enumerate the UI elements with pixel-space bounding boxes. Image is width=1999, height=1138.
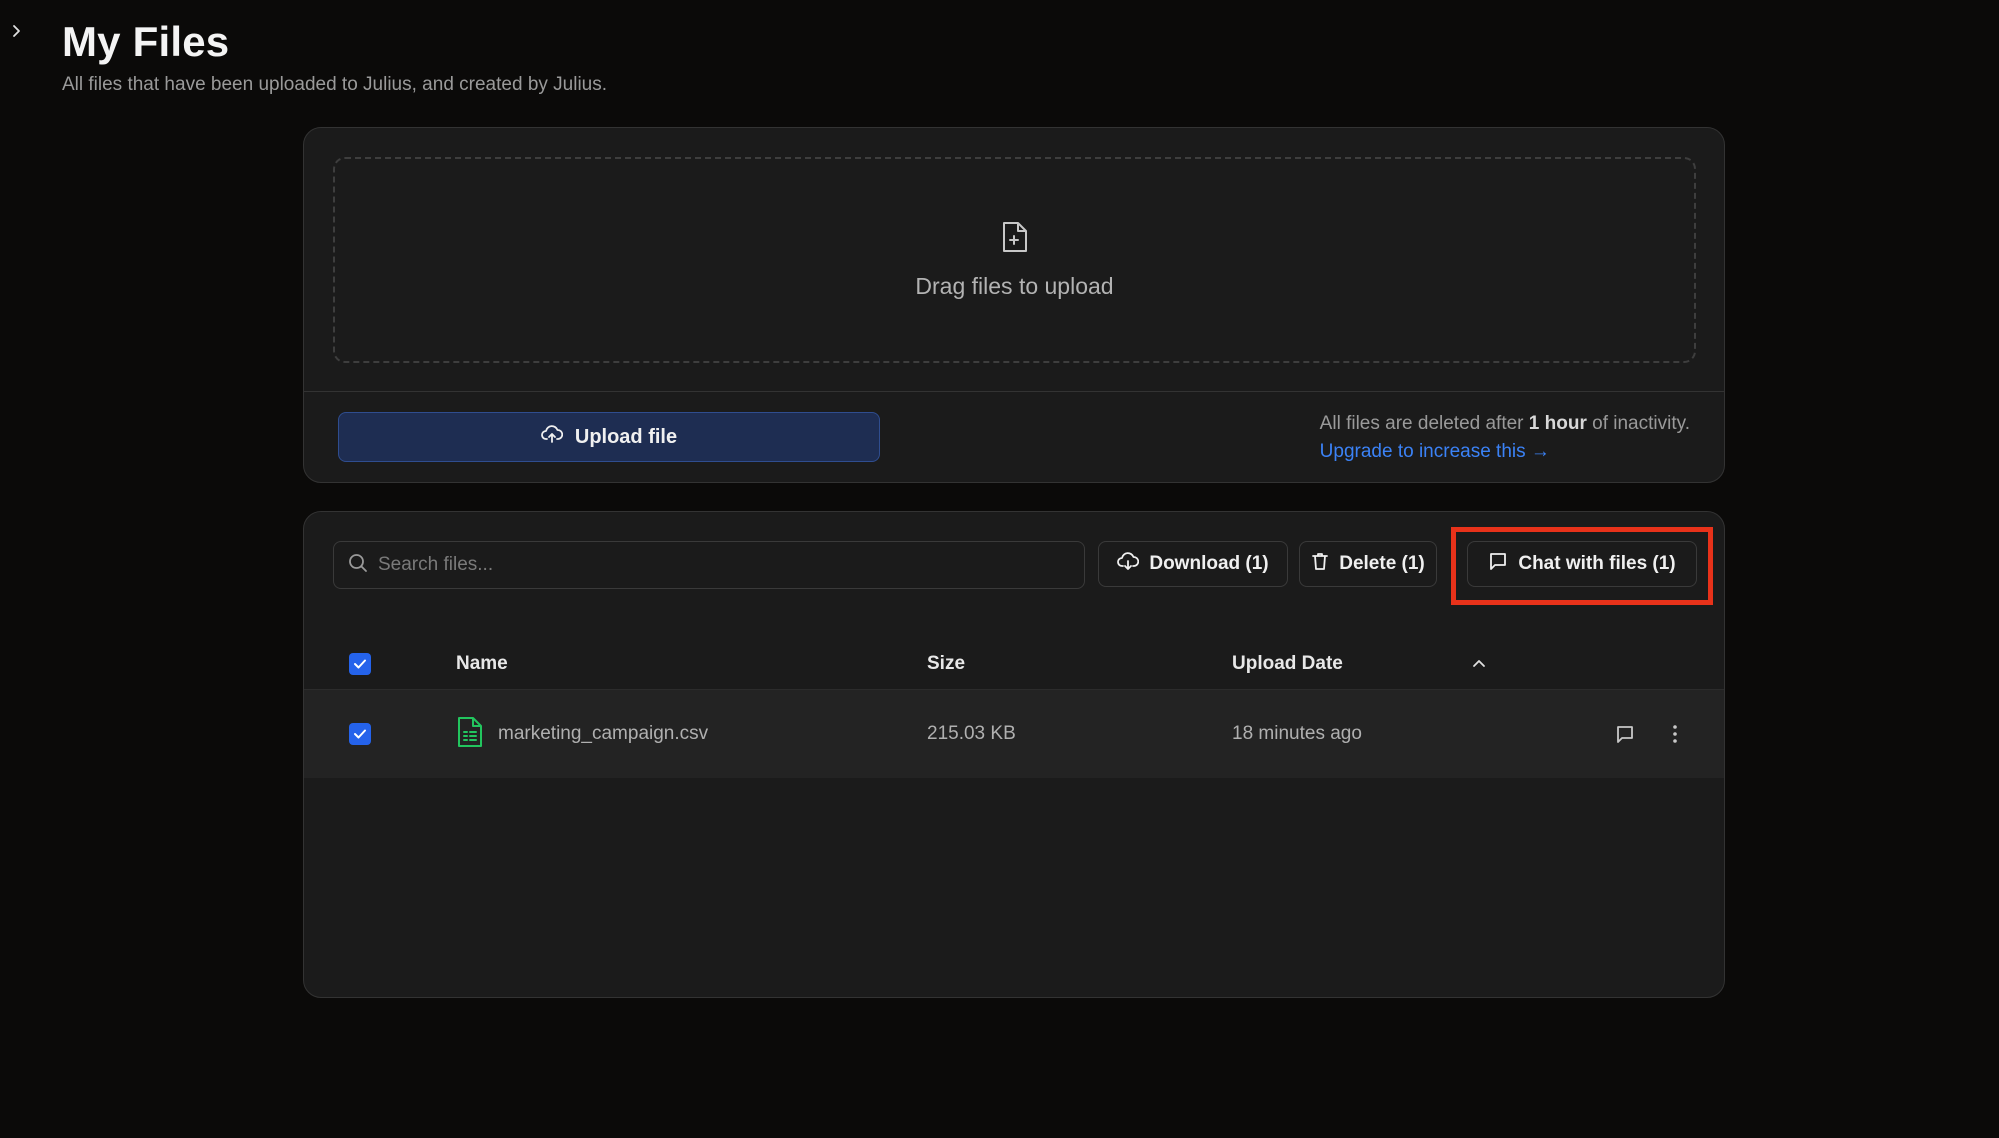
table-row[interactable]: marketing_campaign.csv 215.03 KB 18 minu… <box>304 689 1724 778</box>
download-label: Download (1) <box>1149 553 1269 574</box>
retention-suffix: of inactivity. <box>1586 413 1690 434</box>
csv-file-icon <box>456 716 484 753</box>
column-header-name[interactable]: Name <box>456 653 508 675</box>
file-add-icon <box>999 220 1031 259</box>
retention-note: All files are deleted after 1 hour of in… <box>1320 410 1690 466</box>
upload-card: Drag files to upload Upload file All fil… <box>303 127 1725 483</box>
search-input[interactable] <box>378 554 1084 576</box>
column-header-size[interactable]: Size <box>927 653 965 675</box>
delete-button[interactable]: Delete (1) <box>1299 541 1437 587</box>
chevron-up-icon[interactable] <box>1471 656 1487 672</box>
upload-file-button[interactable]: Upload file <box>338 412 880 462</box>
upload-file-label: Upload file <box>574 425 678 448</box>
retention-prefix: All files are deleted after <box>1319 413 1529 434</box>
upgrade-link[interactable]: Upgrade to increase this → <box>1320 438 1690 466</box>
upload-footer: Upload file All files are deleted after … <box>304 391 1724 482</box>
file-size: 215.03 KB <box>927 723 1016 744</box>
files-card: Download (1) Delete (1) Chat with files … <box>303 511 1725 998</box>
row-checkbox[interactable] <box>349 723 371 745</box>
chat-with-files-label: Chat with files (1) <box>1518 553 1676 574</box>
select-all-checkbox[interactable] <box>349 653 371 675</box>
more-options-icon[interactable] <box>1660 719 1690 749</box>
column-header-upload-date[interactable]: Upload Date <box>1232 653 1343 675</box>
retention-duration: 1 hour <box>1528 413 1587 434</box>
page-subtitle: All files that have been uploaded to Jul… <box>62 74 608 95</box>
page-header: My Files All files that have been upload… <box>62 16 607 96</box>
page-title: My Files <box>62 18 230 65</box>
page: My Files All files that have been upload… <box>0 0 1999 1138</box>
upload-dropzone[interactable]: Drag files to upload <box>333 157 1696 363</box>
file-name-cell: marketing_campaign.csv <box>456 716 708 753</box>
download-button[interactable]: Download (1) <box>1098 541 1288 587</box>
chat-with-files-button[interactable]: Chat with files (1) <box>1467 541 1697 587</box>
cloud-download-icon <box>1117 551 1140 577</box>
row-chat-icon[interactable] <box>1610 719 1640 749</box>
cloud-upload-icon <box>540 424 563 450</box>
chat-bubble-icon <box>1488 551 1508 577</box>
dropzone-label: Drag files to upload <box>915 273 1114 299</box>
delete-label: Delete (1) <box>1339 553 1425 574</box>
trash-icon <box>1311 551 1329 577</box>
search-box <box>333 541 1085 589</box>
sidebar-expand-icon[interactable] <box>6 20 28 42</box>
search-icon <box>348 553 368 578</box>
file-upload-date: 18 minutes ago <box>1232 723 1362 744</box>
file-name[interactable]: marketing_campaign.csv <box>498 723 708 745</box>
